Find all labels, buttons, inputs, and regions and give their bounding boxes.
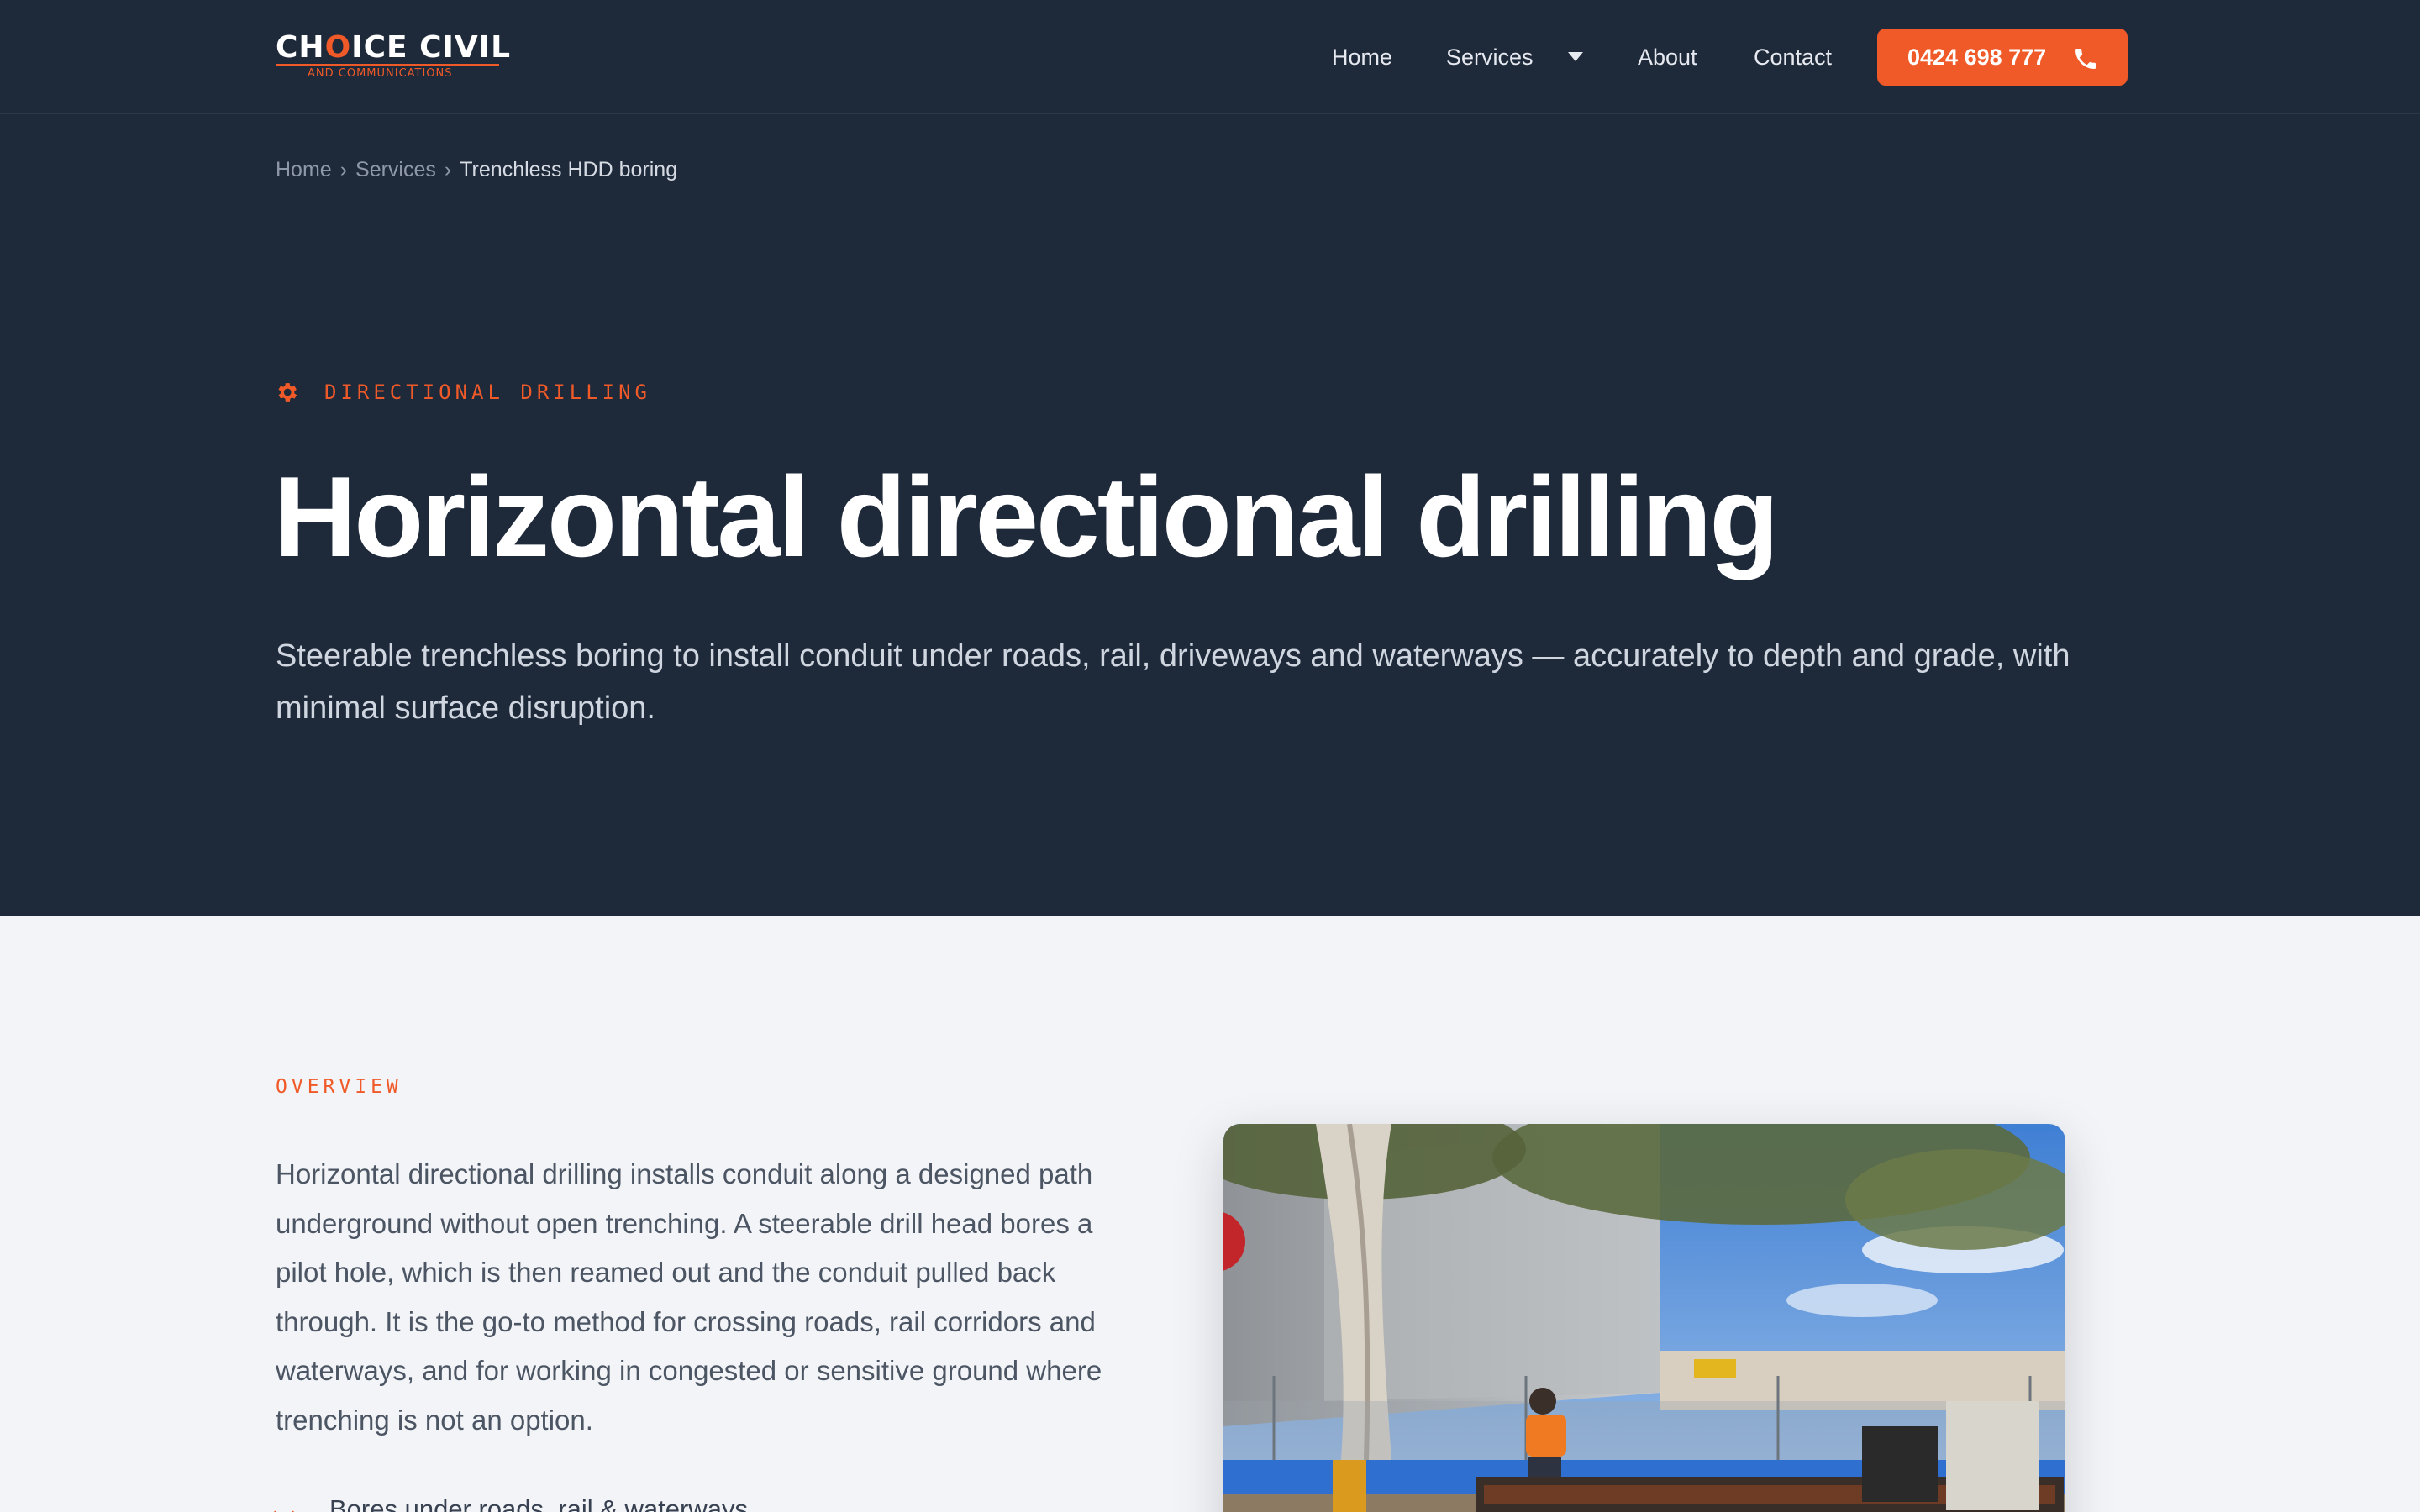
nav-home[interactable]: Home: [1332, 40, 1392, 74]
page: CHOICE CIVIL AND COMMUNICATIONS Home Ser…: [0, 0, 2420, 1512]
phone-icon: [2075, 49, 2096, 69]
logo-wordmark: CHOICE CIVIL: [276, 30, 512, 65]
breadcrumb-home[interactable]: Home: [276, 158, 332, 181]
hero-description: Steerable trenchless boring to install c…: [276, 638, 2070, 726]
call-button-label: 0424 698 777: [1907, 45, 2047, 70]
drill-rig-photo: [1223, 1124, 2065, 1512]
overview-text: Horizontal directional drilling installs…: [276, 1158, 1102, 1436]
breadcrumb-services[interactable]: Services: [355, 158, 436, 181]
nav-services[interactable]: Services: [1446, 40, 1534, 74]
nav-contact[interactable]: Contact: [1754, 40, 1832, 74]
logo[interactable]: CHOICE CIVIL AND COMMUNICATIONS: [276, 30, 510, 82]
breadcrumb-current: Trenchless HDD boring: [460, 158, 678, 181]
hero-eyebrow: DIRECTIONAL DRILLING: [324, 381, 651, 404]
logo-gear-letter: O: [324, 30, 352, 65]
nav-about[interactable]: About: [1638, 40, 1697, 74]
logo-tagline: AND COMMUNICATIONS: [308, 67, 453, 80]
breadcrumb-separator: ›: [339, 158, 348, 181]
page-title: Horizontal directional drilling: [274, 453, 1779, 580]
gear-icon: [278, 383, 297, 402]
logo-underline: [276, 64, 499, 66]
chevron-down-icon[interactable]: [1568, 52, 1583, 61]
site-header: CHOICE CIVIL AND COMMUNICATIONS Home Ser…: [0, 0, 2420, 114]
check-icon: [271, 1501, 297, 1512]
photo-illustration: [1223, 1124, 2065, 1512]
call-button[interactable]: 0424 698 777: [1877, 29, 2128, 86]
overview-label: OVERVIEW: [276, 1076, 402, 1098]
breadcrumb: Home › Services › Trenchless HDD boring: [276, 153, 677, 186]
breadcrumb-separator: ›: [444, 158, 452, 181]
list-item-label: Bores under roads, rail & waterways: [329, 1494, 748, 1512]
